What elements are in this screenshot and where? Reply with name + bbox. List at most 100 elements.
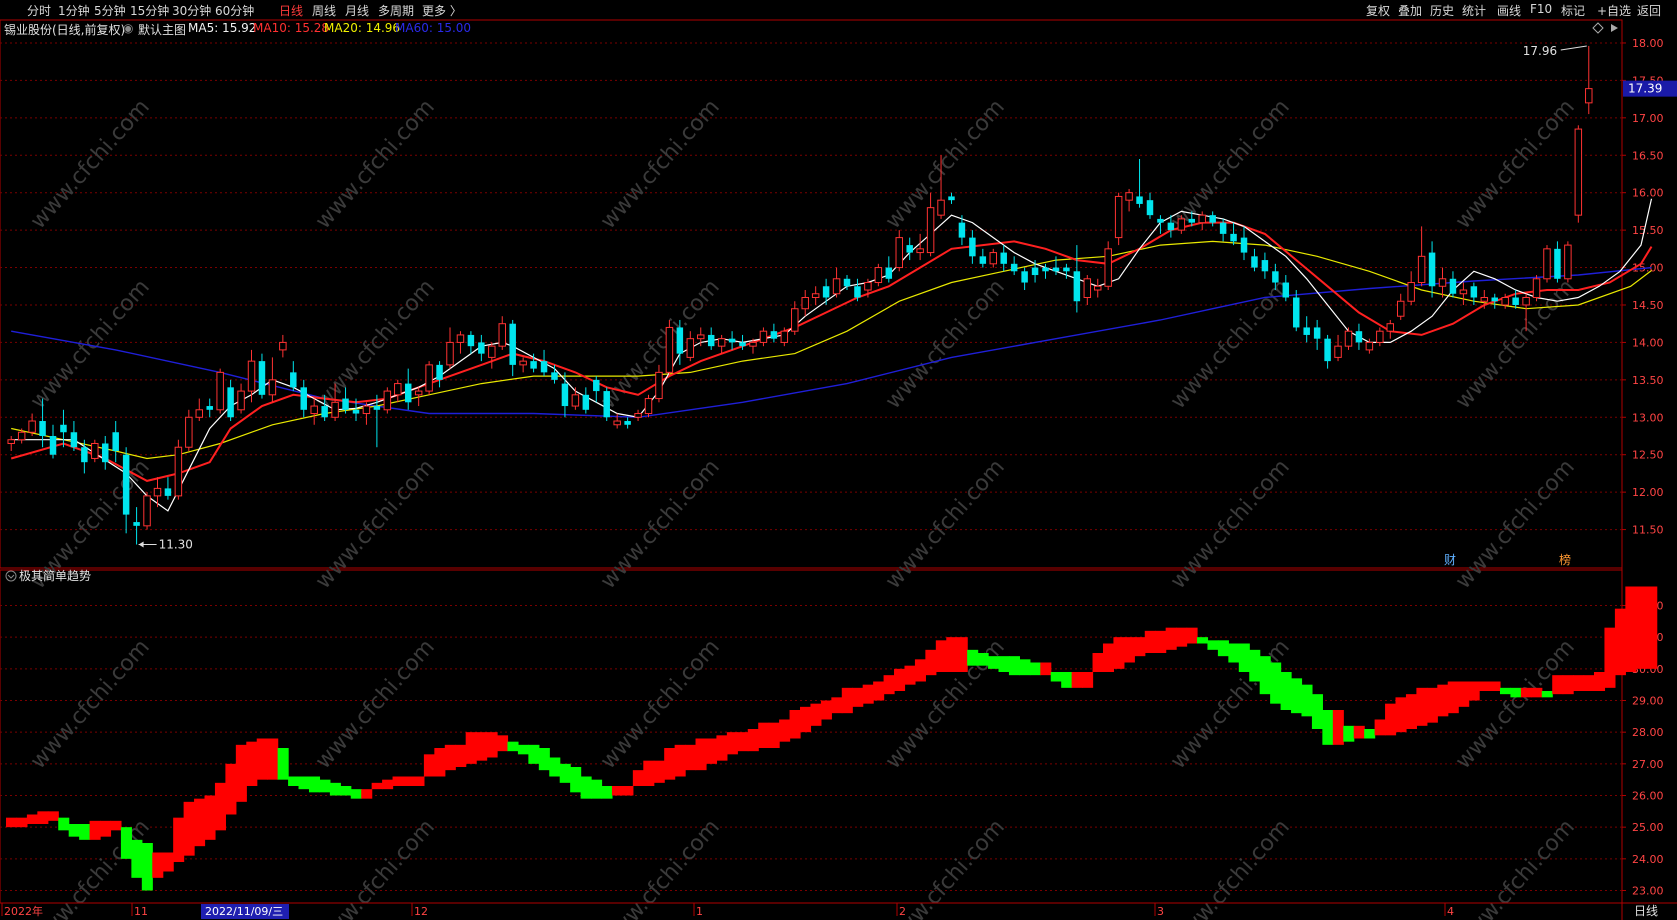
candle-body: [551, 372, 558, 380]
trend-block: [841, 687, 853, 714]
candle-body: [1136, 196, 1143, 204]
candle-body: [1522, 297, 1530, 306]
trend-block: [862, 684, 874, 704]
price-axis-label: 13.50: [1632, 374, 1664, 387]
candle-body: [1365, 341, 1374, 351]
candle-body: [707, 334, 715, 347]
candle-body: [331, 401, 339, 418]
candle-body: [383, 390, 392, 411]
candle-body: [519, 360, 527, 366]
list-marker[interactable]: 榜: [1559, 552, 1571, 567]
candle-body: [1585, 88, 1593, 104]
candle-body: [697, 334, 705, 340]
candle-body: [791, 308, 799, 332]
trend-block: [1405, 694, 1417, 729]
candle-body: [1313, 327, 1321, 339]
trend-block: [1050, 672, 1062, 682]
trend-block: [695, 738, 707, 771]
finance-marker[interactable]: 财: [1444, 553, 1456, 567]
candle-body: [593, 379, 600, 392]
candle-body: [1188, 218, 1196, 223]
candle-body: [258, 361, 266, 395]
candle-body: [60, 424, 67, 433]
price-axis-label: 16.00: [1632, 187, 1664, 200]
candle-body: [1114, 195, 1123, 239]
trend-block: [1437, 684, 1449, 717]
watermark-text: www.cfchi.com: [1166, 275, 1295, 414]
candle-body: [1564, 244, 1572, 280]
candle-body: [446, 341, 454, 366]
candle-body: [916, 248, 924, 254]
settings-diamond-icon[interactable]: [1592, 22, 1604, 34]
indicator-title[interactable]: 极其简单趋势: [19, 569, 91, 583]
indicator-toggle-icon[interactable]: [5, 570, 17, 582]
trend-block: [1426, 687, 1438, 723]
candle-body: [1554, 248, 1561, 279]
low-price-label: 11.30: [159, 538, 193, 552]
trend-block: [1040, 662, 1052, 676]
candle-body: [1459, 289, 1468, 295]
trend-block: [716, 735, 728, 761]
time-axis-label: 1: [696, 905, 703, 918]
candle-body: [216, 371, 224, 411]
trend-block: [674, 744, 686, 777]
play-icon[interactable]: [1611, 24, 1618, 32]
trend-block: [1270, 662, 1282, 704]
candle-body: [1344, 330, 1353, 347]
trend-block: [946, 637, 958, 672]
trend-block: [789, 710, 801, 739]
candle-body: [1293, 297, 1300, 328]
time-axis-label: 2: [899, 905, 906, 918]
candle-body: [279, 341, 287, 351]
candle-body: [676, 327, 684, 354]
trend-block: [1092, 653, 1104, 672]
trend-block: [988, 656, 1000, 669]
trend-block: [1646, 586, 1658, 669]
indicator-axis-label: 23.00: [1632, 885, 1664, 898]
trend-block: [1144, 630, 1156, 653]
price-axis-label: 15.50: [1632, 224, 1664, 237]
candle-body: [780, 330, 789, 343]
trend-block: [1614, 608, 1626, 676]
candle-body: [1396, 300, 1405, 317]
candle-body: [832, 278, 841, 295]
trend-block: [120, 827, 132, 859]
trend-block: [423, 754, 435, 777]
watermark-text: www.cfchi.com: [1451, 95, 1580, 234]
candle-body: [822, 286, 830, 298]
high-marker-arrow: [1560, 45, 1587, 51]
candle-body: [1480, 297, 1489, 302]
indicator-chevron-icon[interactable]: [7, 574, 15, 579]
trend-block: [1113, 637, 1125, 669]
candle-body: [122, 454, 130, 515]
trend-block: [873, 681, 885, 701]
candle-body: [414, 390, 423, 396]
trend-block: [1594, 672, 1606, 691]
candle-body: [310, 405, 318, 415]
candle-body: [227, 387, 234, 418]
watermark-text: www.cfchi.com: [1451, 635, 1580, 774]
trend-block: [392, 776, 404, 786]
cursor-date-label: 2022/11/09/三: [205, 905, 283, 918]
watermark-text: www.cfchi.com: [596, 95, 725, 234]
stock-chart[interactable]: 18.0017.5017.0016.5016.0015.5015.0014.50…: [0, 0, 1677, 920]
high-price-label: 17.96: [1523, 44, 1557, 58]
candle-body: [906, 245, 913, 253]
candle-body: [1177, 218, 1186, 231]
trend-block: [256, 738, 268, 780]
trend-block: [810, 703, 822, 726]
candle-body: [362, 405, 371, 415]
candle-body: [456, 334, 465, 343]
trend-block: [26, 814, 38, 824]
candle-body: [321, 406, 328, 418]
candle-body: [478, 342, 485, 354]
trend-block: [580, 776, 592, 799]
candle-body: [739, 342, 746, 347]
trend-block: [1416, 687, 1428, 726]
candle-body: [237, 390, 245, 411]
candle-body: [854, 286, 861, 298]
ma10-line: [10, 221, 1653, 482]
trend-block: [1395, 697, 1407, 733]
trend-block: [1520, 687, 1532, 698]
candle-body: [665, 326, 674, 373]
